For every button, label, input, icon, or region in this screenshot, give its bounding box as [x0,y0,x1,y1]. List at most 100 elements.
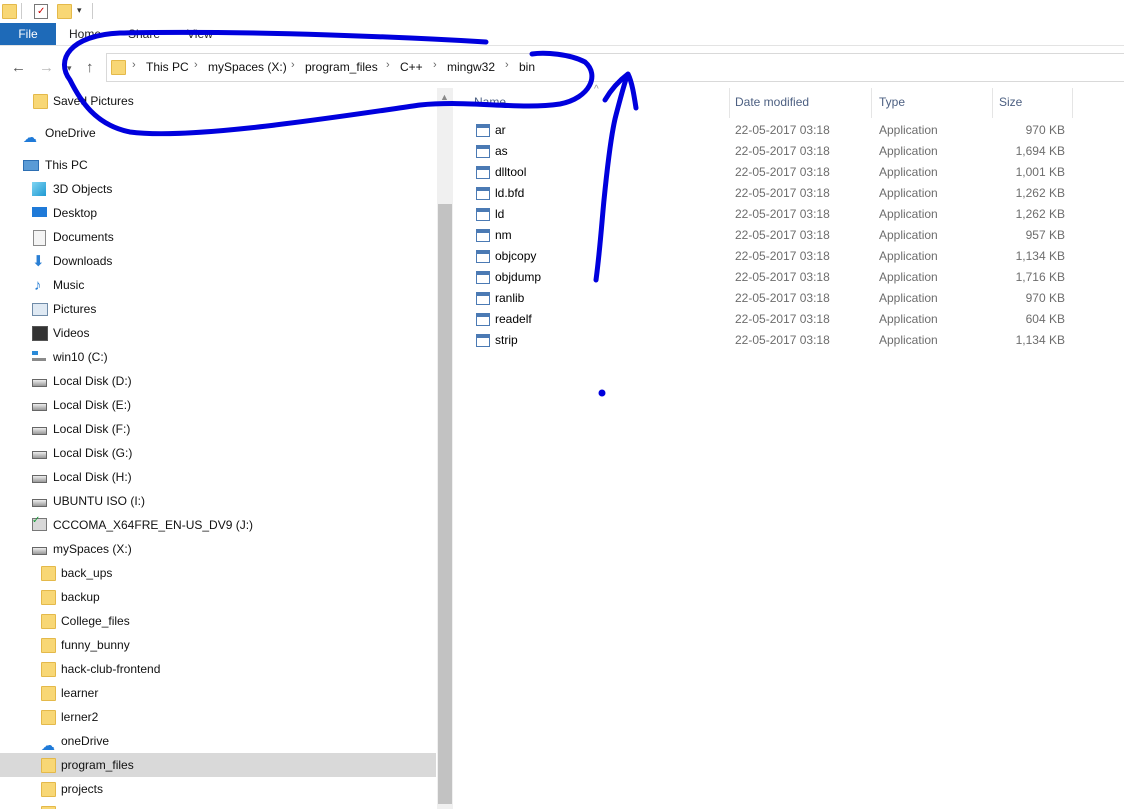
application-icon [476,166,490,179]
breadcrumb-program-files[interactable]: program_files [305,60,378,74]
file-name: as [495,144,508,158]
file-row[interactable]: ranlib 22-05-2017 03:18 Application 970 … [474,288,1074,309]
column-header-type[interactable]: Type [879,95,905,109]
nav-item-pictures[interactable]: Pictures [32,297,432,321]
nav-item-lerner2[interactable]: lerner2 [41,705,433,729]
file-date: 22-05-2017 03:18 [735,165,830,179]
file-row[interactable]: readelf 22-05-2017 03:18 Application 604… [474,309,1074,330]
tab-view[interactable]: View [187,23,213,45]
nav-item-documents[interactable]: Documents [32,225,432,249]
chevron-right-icon[interactable]: › [505,59,509,71]
back-arrow-icon[interactable]: ← [11,59,26,76]
forward-arrow-icon[interactable]: → [39,59,54,76]
nav-item-local-disk-d[interactable]: Local Disk (D:) [32,369,432,393]
column-header-size[interactable]: Size [999,95,1022,109]
column-divider[interactable] [871,88,872,118]
nav-pane-scrollbar[interactable]: ▲ [437,88,453,809]
folder-icon [33,94,48,109]
nav-item-label: win10 (C:) [53,350,108,364]
nav-item-cccoma-dvd[interactable]: ✓ CCCOMA_X64FRE_EN-US_DV9 (J:) [32,513,432,537]
file-row[interactable]: nm 22-05-2017 03:18 Application 957 KB [474,225,1074,246]
nav-item-learner[interactable]: learner [41,681,433,705]
nav-item-this-pc[interactable]: This PC [23,153,433,177]
chevron-right-icon[interactable]: › [386,59,390,71]
file-date: 22-05-2017 03:18 [735,249,830,263]
up-arrow-icon[interactable]: ↑ [86,59,94,76]
nav-item-projects[interactable]: projects [41,777,433,801]
file-list-pane: Name ^ Date modified Type Size ar 22-05-… [454,84,1124,809]
nav-item-myspaces-x[interactable]: mySpaces (X:) [32,537,432,561]
nav-item-label: This PC [45,158,88,172]
file-row[interactable]: objcopy 22-05-2017 03:18 Application 1,1… [474,246,1074,267]
nav-item-music[interactable]: ♪ Music [32,273,432,297]
nav-item-desktop[interactable]: Desktop [32,201,432,225]
breadcrumb-cpp[interactable]: C++ [400,60,423,74]
scrollbar-thumb[interactable] [438,204,452,804]
nav-item-win10-c[interactable]: win10 (C:) [32,345,432,369]
scroll-up-icon[interactable]: ▲ [440,92,449,102]
nav-item-program-files[interactable]: program_files [0,753,436,777]
nav-item-local-disk-g[interactable]: Local Disk (G:) [32,441,432,465]
nav-item-local-disk-f[interactable]: Local Disk (F:) [32,417,432,441]
file-size: 1,001 KB [1015,165,1065,179]
nav-item-label: backup [61,590,100,604]
tab-file[interactable]: File [0,23,56,45]
file-date: 22-05-2017 03:18 [735,312,830,326]
column-divider[interactable] [992,88,993,118]
breadcrumb-mingw32[interactable]: mingw32 [447,60,495,74]
nav-item-label: College_files [61,614,130,628]
nav-item-backup[interactable]: backup [41,585,433,609]
documents-icon [33,230,46,246]
file-row[interactable]: ld 22-05-2017 03:18 Application 1,262 KB [474,204,1074,225]
file-row[interactable]: as 22-05-2017 03:18 Application 1,694 KB [474,141,1074,162]
file-name: dlltool [495,165,527,179]
chevron-right-icon[interactable]: › [291,59,295,71]
file-row[interactable]: strip 22-05-2017 03:18 Application 1,134… [474,330,1074,351]
nav-item-downloads[interactable]: ⬇ Downloads [32,249,432,273]
nav-item-funny-bunny[interactable]: funny_bunny [41,633,433,657]
breadcrumb-this-pc[interactable]: This PC [146,60,189,74]
file-row[interactable]: dlltool 22-05-2017 03:18 Application 1,0… [474,162,1074,183]
chevron-right-icon[interactable]: › [132,59,136,71]
nav-item-onedrive-folder[interactable]: ☁ oneDrive [41,729,433,753]
file-row[interactable]: ld.bfd 22-05-2017 03:18 Application 1,26… [474,183,1074,204]
breadcrumb-myspaces[interactable]: mySpaces (X:) [208,60,287,74]
properties-icon[interactable]: ✓ [34,4,48,19]
nav-item-local-disk-e[interactable]: Local Disk (E:) [32,393,432,417]
nav-item-back-ups[interactable]: back_ups [41,561,433,585]
tab-home[interactable]: Home [69,23,101,45]
file-row[interactable]: ar 22-05-2017 03:18 Application 970 KB [474,120,1074,141]
column-header-name[interactable]: Name [474,95,506,109]
address-bar[interactable]: › This PC › mySpaces (X:) › program_file… [106,53,1124,82]
file-name: objcopy [495,249,537,263]
nav-item-label: Desktop [53,206,98,220]
nav-item-saved-pictures[interactable]: Saved Pictures [33,89,433,113]
chevron-down-icon[interactable]: ▾ [77,5,82,16]
recent-locations-chevron-icon[interactable]: ▾ [67,63,72,74]
file-name: readelf [495,312,532,326]
new-folder-icon[interactable] [57,4,72,19]
nav-item-partial[interactable] [41,801,433,809]
download-icon: ⬇ [32,253,45,270]
tab-share[interactable]: Share [128,23,160,45]
nav-item-college-files[interactable]: College_files [41,609,433,633]
column-divider[interactable] [729,88,730,118]
application-icon [476,145,490,158]
folder-icon [41,710,56,725]
pictures-icon [32,303,48,316]
ribbon-tabs: File Home Share View [0,23,1124,46]
nav-item-ubuntu-iso[interactable]: UBUNTU ISO (I:) [32,489,432,513]
breadcrumb-bin[interactable]: bin [519,60,535,74]
application-icon [476,313,490,326]
file-date: 22-05-2017 03:18 [735,228,830,242]
nav-item-videos[interactable]: Videos [32,321,432,345]
chevron-right-icon[interactable]: › [433,59,437,71]
file-row[interactable]: objdump 22-05-2017 03:18 Application 1,7… [474,267,1074,288]
column-header-date[interactable]: Date modified [735,95,809,109]
nav-item-onedrive[interactable]: ☁ OneDrive [23,121,433,145]
nav-item-3d-objects[interactable]: 3D Objects [32,177,432,201]
nav-item-hack-club-frontend[interactable]: hack-club-frontend [41,657,433,681]
chevron-right-icon[interactable]: › [194,59,198,71]
nav-item-local-disk-h[interactable]: Local Disk (H:) [32,465,432,489]
column-divider[interactable] [1072,88,1073,118]
